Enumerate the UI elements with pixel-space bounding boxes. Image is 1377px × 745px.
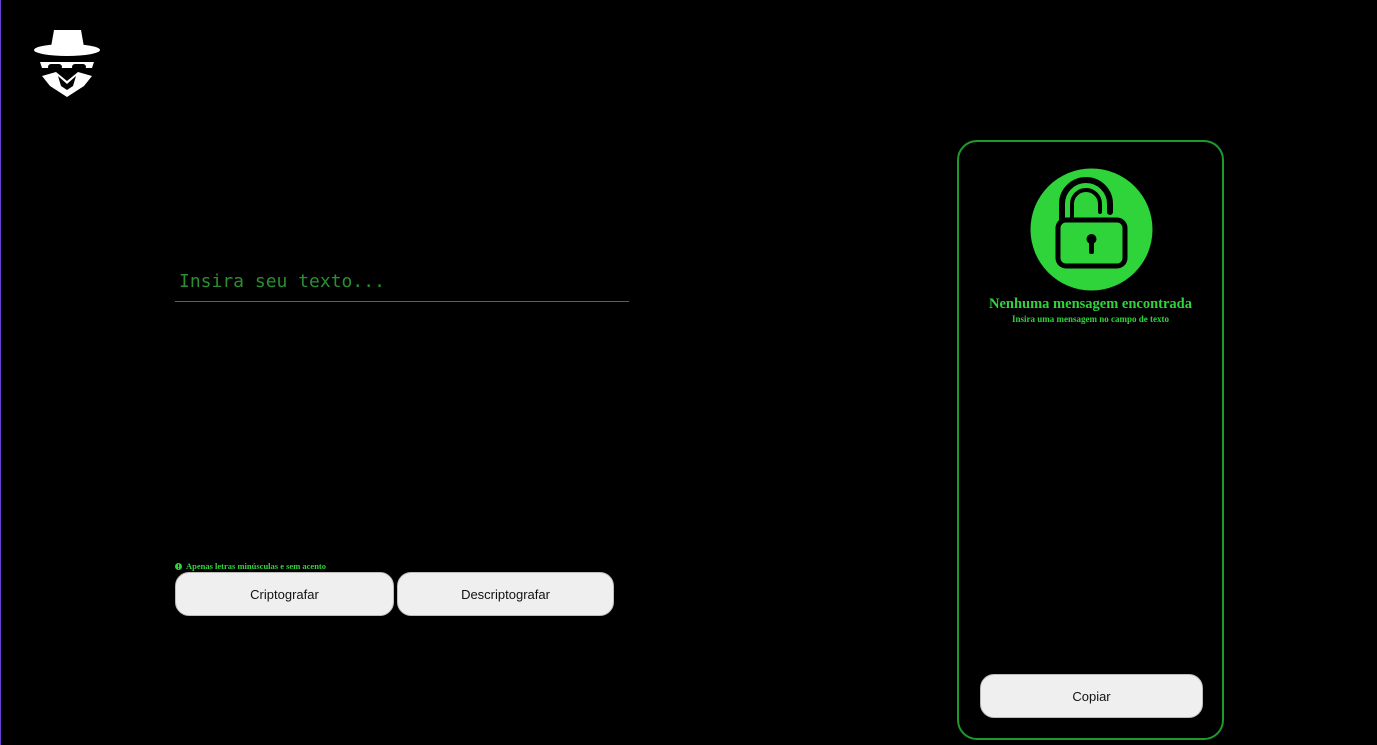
incognito-agent-icon — [34, 30, 100, 97]
text-input[interactable] — [175, 262, 629, 302]
lock-icon — [1025, 163, 1158, 296]
encrypt-button[interactable]: Criptografar — [175, 572, 394, 616]
decrypt-button[interactable]: Descriptografar — [397, 572, 614, 616]
output-title: Nenhuma mensagem encontrada — [989, 296, 1192, 312]
output-panel: Nenhuma mensagem encontrada Insira uma m… — [957, 140, 1224, 740]
info-circle-icon — [175, 562, 182, 570]
copy-button[interactable]: Copiar — [980, 674, 1203, 718]
output-subtitle: Insira uma mensagem no campo de texto — [1012, 314, 1169, 324]
input-hint: Apenas letras minúsculas e sem acento — [175, 560, 326, 572]
hint-text: Apenas letras minúsculas e sem acento — [186, 561, 327, 571]
